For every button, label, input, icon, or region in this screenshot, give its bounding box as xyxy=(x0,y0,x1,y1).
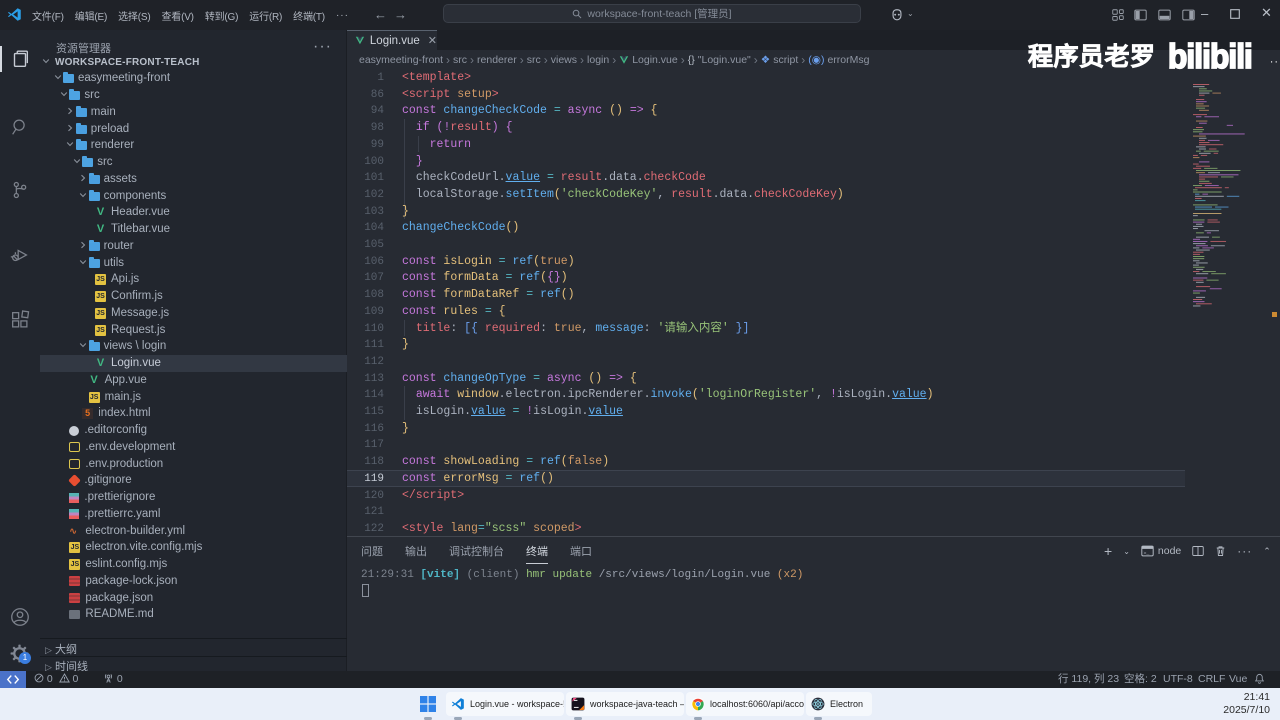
svg-text:>_: >_ xyxy=(1143,550,1149,556)
